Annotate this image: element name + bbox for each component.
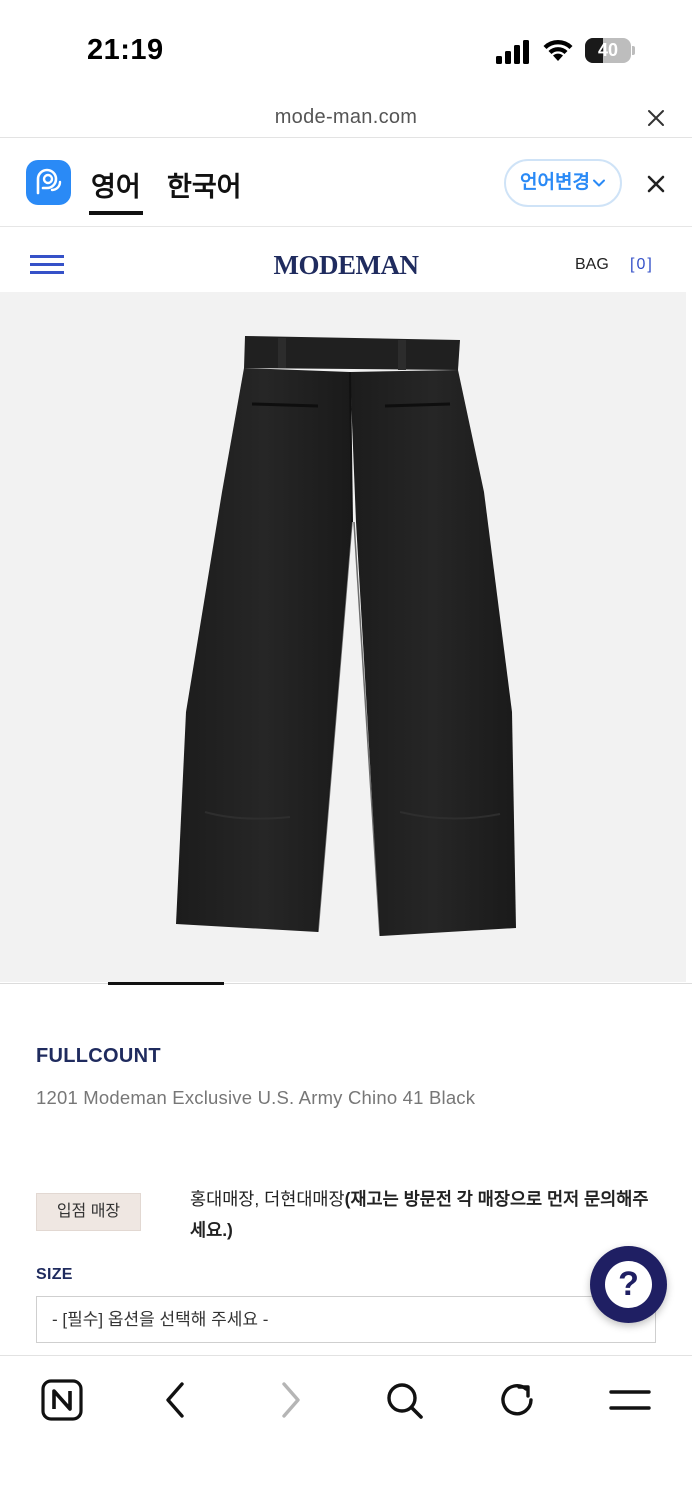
cellular-signal-icon (496, 40, 529, 64)
reload-icon[interactable] (495, 1378, 539, 1422)
size-label: SIZE (36, 1266, 73, 1283)
image-pager-active (108, 982, 224, 985)
forward-icon[interactable] (268, 1378, 312, 1422)
close-translate-icon[interactable] (646, 174, 666, 194)
close-icon[interactable] (646, 108, 666, 128)
naver-home-icon[interactable] (40, 1378, 84, 1422)
translate-bar: 영어 한국어 언어변경 (0, 139, 692, 227)
url-text[interactable]: mode-man.com (0, 106, 692, 129)
chevron-down-icon (593, 179, 605, 187)
site-header: MODEMAN BAG [0] (0, 228, 692, 292)
product-brand[interactable]: FULLCOUNT (36, 1045, 161, 1068)
status-bar: 21:19 40 (0, 0, 692, 100)
change-language-button[interactable]: 언어변경 (504, 159, 622, 207)
bag-count[interactable]: [0] (630, 256, 654, 274)
tab-english[interactable]: 영어 (91, 165, 141, 204)
wifi-icon (543, 39, 573, 61)
question-icon: ? (605, 1261, 652, 1308)
battery-level: 40 (597, 40, 619, 60)
size-select[interactable]: - [필수] 옵션을 선택해 주세요 - (36, 1296, 656, 1343)
url-bar[interactable]: mode-man.com (0, 100, 692, 138)
store-info: 홍대매장, 더현대매장(재고는 방문전 각 매장으로 먼저 문의해주세요.) (190, 1184, 660, 1246)
bag-link[interactable]: BAG (575, 256, 609, 274)
image-pager-track (0, 983, 692, 984)
status-time: 21:19 (87, 34, 164, 66)
product-image[interactable] (0, 292, 686, 982)
battery-icon: 40 (585, 38, 635, 63)
papago-icon[interactable] (26, 160, 71, 205)
help-button[interactable]: ? (590, 1246, 667, 1323)
search-icon[interactable] (382, 1378, 426, 1422)
product-name: 1201 Modeman Exclusive U.S. Army Chino 4… (36, 1087, 476, 1108)
back-icon[interactable] (154, 1378, 198, 1422)
menu-icon[interactable] (608, 1378, 652, 1422)
active-tab-underline (89, 211, 143, 215)
browser-toolbar (0, 1355, 692, 1500)
store-badge: 입점 매장 (36, 1193, 141, 1231)
tab-korean[interactable]: 한국어 (167, 165, 242, 204)
store-list: 홍대매장, 더현대매장 (190, 1189, 345, 1209)
change-language-label: 언어변경 (520, 172, 590, 193)
